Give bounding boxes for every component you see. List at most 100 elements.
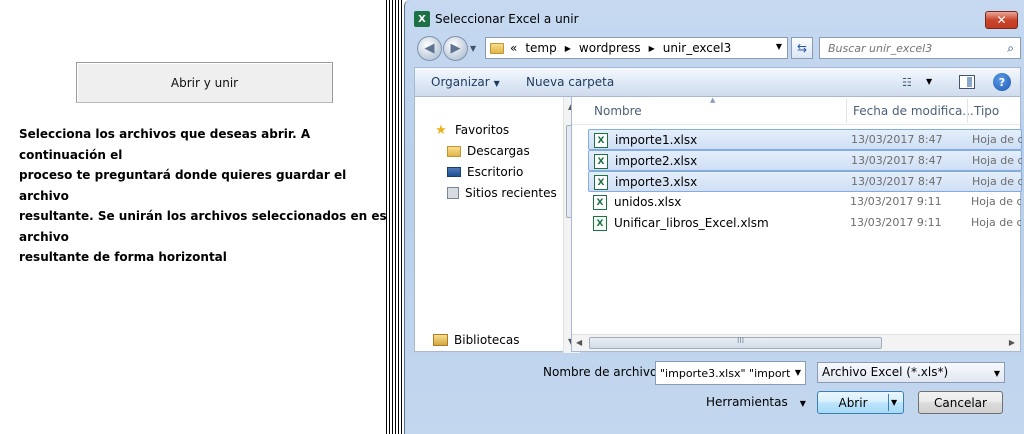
nav-item-label: Favoritos [455, 123, 510, 137]
scroll-left-icon[interactable]: ◀ [576, 338, 582, 347]
file-type-value: Archivo Excel (*.xls*) [822, 365, 949, 379]
nav-item-label: Bibliotecas [454, 333, 520, 347]
file-row[interactable]: X importe2.xlsx 13/03/2017 8:47 Hoja de … [588, 150, 1022, 171]
column-divider[interactable] [967, 99, 968, 123]
scroll-grip: III [737, 336, 745, 345]
cancel-button[interactable]: Cancelar [918, 391, 1003, 414]
refresh-icon: ⇆ [796, 41, 808, 55]
dialog-title: Seleccionar Excel a unir [435, 12, 579, 26]
breadcrumb-unir-excel3[interactable]: unir_excel3 [663, 41, 732, 55]
star-icon: ★ [435, 122, 447, 138]
instructions-text: Selecciona los archivos que deseas abrir… [19, 127, 386, 264]
desktop-icon [447, 167, 461, 177]
refresh-button[interactable]: ⇆ [791, 37, 813, 59]
excel-macro-file-icon: X [593, 216, 607, 231]
excel-file-icon: X [593, 195, 607, 210]
arrow-right-icon: ▶ [450, 41, 461, 56]
excel-file-icon: X [594, 154, 608, 169]
close-button[interactable]: ✕ [985, 11, 1018, 29]
recent-locations-dropdown[interactable]: ▼ [470, 44, 476, 53]
file-name: importe1.xlsx [615, 133, 698, 147]
excel-icon: X [414, 11, 430, 27]
file-date: 13/03/2017 8:47 [851, 154, 943, 167]
breadcrumb-separator-icon[interactable]: ▶ [649, 44, 655, 53]
open-label: Abrir [838, 395, 868, 410]
breadcrumb-overflow[interactable]: « [510, 41, 517, 55]
column-type-header[interactable]: Tipo [974, 104, 999, 118]
file-row[interactable]: X importe1.xlsx 13/03/2017 8:47 Hoja de … [588, 129, 1022, 150]
view-options-icon[interactable]: ☷ [902, 76, 912, 89]
nav-item-favorites[interactable]: ★ Favoritos [433, 122, 510, 138]
file-date: 13/03/2017 8:47 [851, 133, 943, 146]
nav-item-libraries[interactable]: Bibliotecas [433, 333, 519, 347]
filename-input[interactable] [656, 362, 790, 384]
title-bar[interactable]: X Seleccionar Excel a unir ✕ [405, 0, 1024, 34]
chevron-down-icon: ▼ [799, 399, 806, 408]
file-list-header: ▲ Nombre Fecha de modifica... Tipo [572, 96, 1020, 125]
breadcrumb-wordpress[interactable]: wordpress [579, 41, 641, 55]
view-dropdown-icon[interactable]: ▼ [926, 77, 932, 86]
forward-button[interactable]: ▶ [443, 36, 468, 61]
open-button[interactable]: Abrir ▼ [817, 391, 904, 414]
chevron-down-icon: ▼ [493, 79, 500, 88]
file-type: Hoja de c [971, 216, 1021, 229]
file-type: Hoja de c [972, 133, 1022, 146]
breadcrumb-temp[interactable]: temp [525, 41, 556, 55]
column-divider[interactable] [846, 99, 847, 123]
breadcrumb-separator-icon[interactable]: ▶ [565, 44, 571, 53]
address-bar[interactable]: « temp ▶ wordpress ▶ unir_excel3 ▼ [485, 37, 788, 59]
organize-menu[interactable]: Organizar ▼ [431, 75, 500, 89]
nav-item-downloads[interactable]: Descargas [447, 144, 530, 158]
file-name: unidos.xlsx [614, 195, 682, 209]
help-icon[interactable]: ? [993, 73, 1011, 91]
file-row[interactable]: X importe3.xlsx 13/03/2017 8:47 Hoja de … [588, 171, 1022, 192]
excel-file-icon: X [594, 175, 608, 190]
column-date-header[interactable]: Fecha de modifica... [853, 104, 974, 118]
search-box[interactable]: ⌕ [819, 37, 1021, 59]
address-dropdown-icon[interactable]: ▼ [776, 42, 782, 51]
chevron-down-icon: ▼ [993, 369, 1000, 378]
folder-icon [490, 42, 504, 54]
nav-item-recent[interactable]: Sitios recientes [447, 186, 557, 200]
file-type: Hoja de c [972, 154, 1022, 167]
search-icon[interactable]: ⌕ [1007, 41, 1014, 56]
file-date: 13/03/2017 9:11 [850, 195, 942, 208]
arrow-left-icon: ◀ [424, 41, 435, 56]
file-name: importe3.xlsx [615, 175, 698, 189]
file-row[interactable]: X Unificar_libros_Excel.xlsm 13/03/2017 … [588, 213, 1022, 234]
libraries-icon [433, 334, 448, 346]
file-row[interactable]: X unidos.xlsx 13/03/2017 9:11 Hoja de c [588, 192, 1022, 213]
excel-sheet: Abrir y unir Selecciona los archivos que… [0, 0, 386, 434]
file-date: 13/03/2017 9:11 [850, 216, 942, 229]
sort-ascending-icon: ▲ [710, 96, 716, 104]
file-type: Hoja de c [971, 195, 1021, 208]
nav-item-label: Sitios recientes [465, 186, 557, 200]
abrir-y-unir-button[interactable]: Abrir y unir [76, 62, 333, 103]
nav-item-label: Escritorio [467, 165, 524, 179]
file-name: importe2.xlsx [615, 154, 698, 168]
recent-places-icon [447, 187, 459, 199]
file-name: Unificar_libros_Excel.xlsm [614, 216, 769, 230]
back-button[interactable]: ◀ [417, 36, 442, 61]
scroll-thumb[interactable]: III [589, 336, 882, 349]
preview-pane-icon[interactable] [959, 75, 975, 89]
nav-item-desktop[interactable]: Escritorio [447, 165, 523, 179]
chevron-down-icon[interactable]: ▼ [795, 368, 801, 377]
column-name-header[interactable]: Nombre [594, 104, 642, 118]
scroll-right-icon[interactable]: ▶ [1009, 338, 1015, 347]
filename-combobox[interactable]: ▼ [655, 361, 806, 385]
new-folder-button[interactable]: Nueva carpeta [526, 75, 614, 89]
open-options-dropdown-icon[interactable]: ▼ [891, 398, 897, 407]
open-file-dialog: X Seleccionar Excel a unir ✕ ◀ ▶ ▼ « tem… [404, 0, 1024, 434]
search-input[interactable] [820, 38, 998, 58]
horizontal-scrollbar[interactable]: ◀ III ▶ [572, 334, 1020, 351]
file-list: ▲ Nombre Fecha de modifica... Tipo X imp… [571, 96, 1022, 352]
file-type-select[interactable]: Archivo Excel (*.xls*) ▼ [817, 362, 1005, 383]
tools-menu[interactable]: Herramientas ▼ [706, 395, 806, 409]
filename-label: Nombre de archivo: [543, 365, 662, 379]
command-bar: Organizar ▼ Nueva carpeta ☷ ▼ ? [414, 67, 1021, 96]
nav-item-label: Descargas [467, 144, 530, 158]
excel-file-icon: X [594, 133, 608, 148]
file-type: Hoja de c [972, 175, 1022, 188]
downloads-folder-icon [447, 145, 461, 157]
